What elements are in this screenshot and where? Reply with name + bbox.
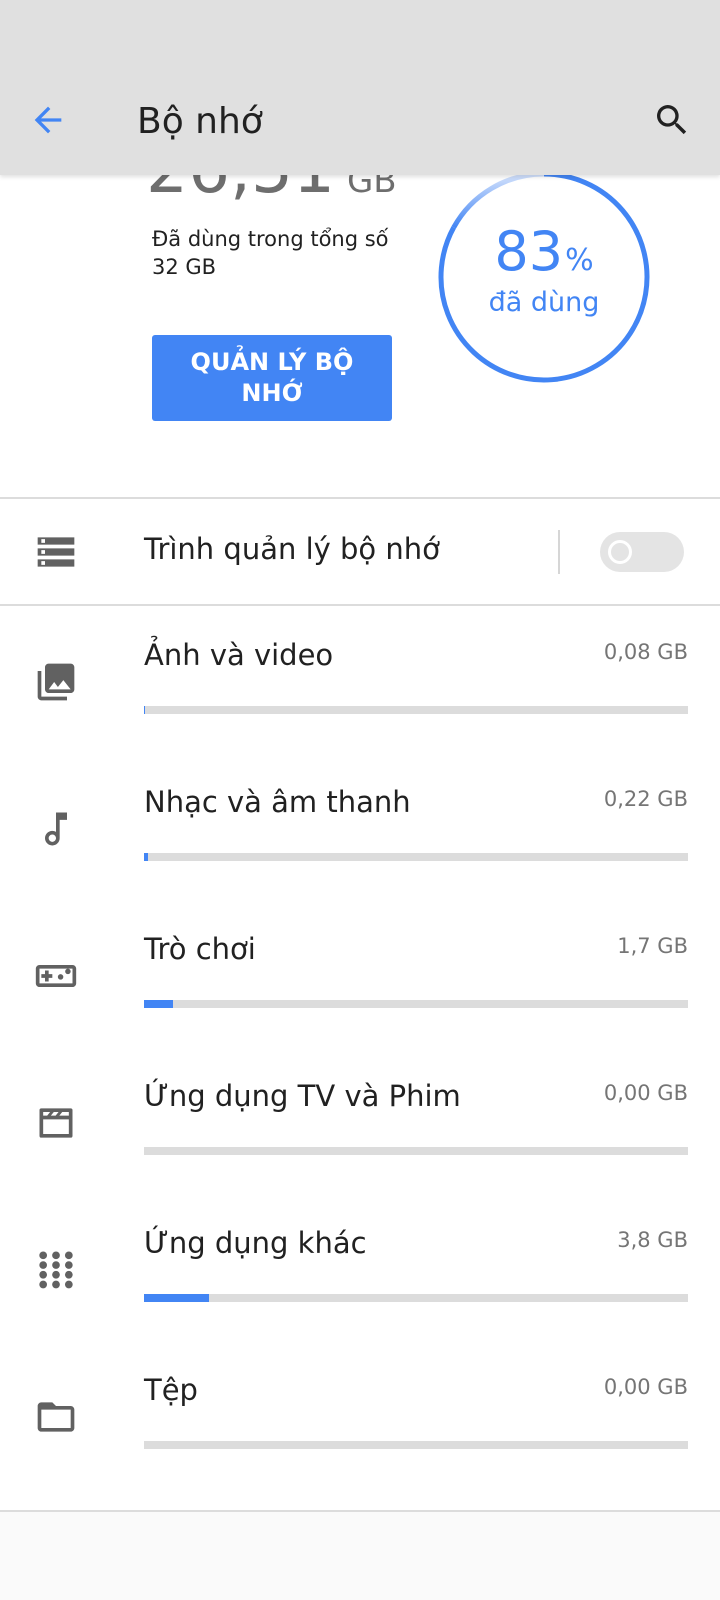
category-label: Ứng dụng khác: [144, 1226, 367, 1260]
apps-icon: [39, 1251, 73, 1289]
category-usage-fill: [144, 853, 148, 861]
usage-percent-symbol: %: [565, 243, 594, 278]
category-size: 0,08 GB: [603, 640, 688, 664]
category-usage-bar: [144, 1147, 688, 1155]
storage-manager-toggle[interactable]: [600, 532, 684, 572]
category-usage-fill: [144, 1000, 173, 1008]
used-unit: GB: [346, 175, 397, 201]
manage-storage-button[interactable]: QUẢN LÝ BỘ NHỚ: [152, 335, 392, 421]
arrow-back-icon: [34, 106, 62, 134]
category-files[interactable]: Tệp 0,00 GB: [0, 1343, 720, 1490]
divider: [0, 604, 720, 606]
category-tv-movies[interactable]: Ứng dụng TV và Phim 0,00 GB: [0, 1049, 720, 1196]
app-bar: Bộ nhớ: [0, 0, 720, 175]
category-label: Trò chơi: [144, 932, 256, 966]
search-icon: [657, 105, 687, 135]
movie-icon: [39, 1108, 73, 1138]
usage-percent: 83%: [436, 219, 652, 294]
photo-icon: [37, 663, 75, 701]
music-note-icon: [45, 812, 67, 846]
folder-icon: [37, 1402, 75, 1432]
storage-manager-row[interactable]: Trình quản lý bộ nhớ: [0, 500, 720, 606]
category-label: Ảnh và video: [144, 638, 334, 672]
vertical-divider: [558, 530, 560, 574]
category-size: 0,22 GB: [603, 787, 688, 811]
divider: [0, 497, 720, 499]
category-label: Nhạc và âm thanh: [144, 785, 411, 819]
usage-percent-number: 83: [494, 220, 564, 283]
category-usage-bar: [144, 706, 688, 714]
used-storage-value: 26,51 GB: [146, 175, 397, 221]
usage-percent-label: đã dùng: [488, 287, 600, 318]
category-other-apps[interactable]: Ứng dụng khác 3,8 GB: [0, 1196, 720, 1343]
usage-ring: 83% đã dùng: [436, 175, 652, 385]
category-games[interactable]: Trò chơi 1,7 GB: [0, 902, 720, 1049]
search-button[interactable]: [646, 94, 698, 146]
gamepad-icon: [35, 965, 77, 987]
category-photos-videos[interactable]: Ảnh và video 0,08 GB: [0, 608, 720, 755]
storage-manager-label: Trình quản lý bộ nhớ: [144, 532, 440, 566]
category-usage-bar: [144, 1294, 688, 1302]
category-usage-bar: [144, 1441, 688, 1449]
category-size: 0,00 GB: [603, 1081, 688, 1105]
category-usage-bar: [144, 1000, 688, 1008]
used-number: 26,51: [146, 175, 335, 208]
category-label: Tệp: [144, 1373, 198, 1407]
category-usage-fill: [144, 1294, 209, 1302]
category-size: 3,8 GB: [617, 1228, 688, 1252]
footer-area: [0, 1512, 720, 1600]
back-button[interactable]: [22, 94, 74, 146]
storage-list-icon: [37, 537, 75, 567]
page-title: Bộ nhớ: [137, 101, 263, 142]
category-usage-bar: [144, 853, 688, 861]
toggle-knob: [608, 540, 632, 564]
category-usage-fill: [144, 706, 146, 714]
category-size: 0,00 GB: [603, 1375, 688, 1399]
category-label: Ứng dụng TV và Phim: [144, 1079, 461, 1113]
category-size: 1,7 GB: [617, 934, 688, 958]
storage-summary: 26,51 GB Đã dùng trong tổng số 32 GB QUẢN…: [0, 175, 720, 498]
used-description: Đã dùng trong tổng số 32 GB: [152, 227, 389, 279]
category-music-audio[interactable]: Nhạc và âm thanh 0,22 GB: [0, 755, 720, 902]
